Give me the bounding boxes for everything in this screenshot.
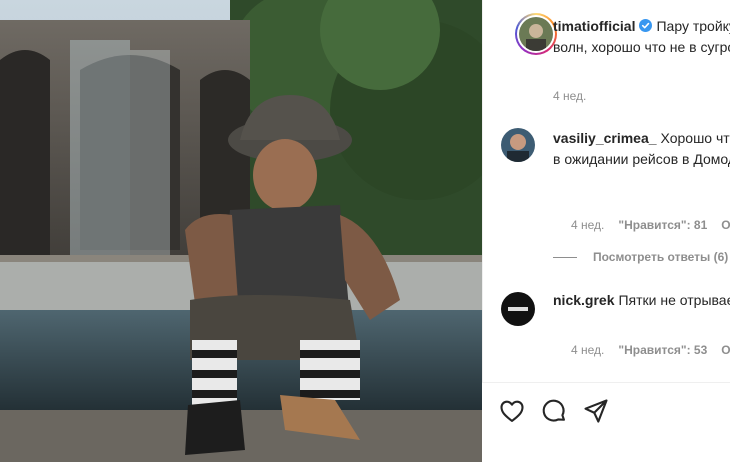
author-username[interactable]: timatiofficial xyxy=(553,18,635,34)
comment-likes[interactable]: "Нравится": 81 xyxy=(618,218,707,232)
comment-icon[interactable] xyxy=(540,397,568,425)
comment-likes[interactable]: "Нравится": 53 xyxy=(618,343,707,357)
comment-meta: 4 нед. "Нравится": 53 Ответить xyxy=(571,343,730,357)
comment-username[interactable]: nick.grek xyxy=(553,292,614,308)
commenter-avatar[interactable] xyxy=(501,128,535,162)
reply-button[interactable]: Ответить xyxy=(721,218,730,232)
comment-text: Пятки не отрываешь, красавчик бро😊 xyxy=(618,292,730,308)
comment-meta: 4 нед. "Нравится": 81 Ответить xyxy=(571,218,730,232)
author-avatar[interactable] xyxy=(515,13,557,55)
reply-button[interactable]: Ответить xyxy=(721,343,730,357)
comment-timestamp[interactable]: 4 нед. xyxy=(571,343,604,357)
comment-timestamp[interactable]: 4 нед. xyxy=(571,218,604,232)
replies-divider xyxy=(553,257,577,259)
post-actions-bar xyxy=(482,382,730,462)
view-replies-button[interactable]: Посмотреть ответы (6) xyxy=(553,250,728,264)
post-timestamp[interactable]: 4 нед. xyxy=(553,89,586,103)
heart-icon[interactable] xyxy=(498,397,526,425)
share-icon[interactable] xyxy=(582,397,610,425)
post-photo[interactable] xyxy=(0,0,482,462)
comment-username[interactable]: vasiliy_crimea_ xyxy=(553,130,657,146)
verified-badge-icon xyxy=(639,19,653,32)
commenter-avatar[interactable] xyxy=(501,292,535,326)
